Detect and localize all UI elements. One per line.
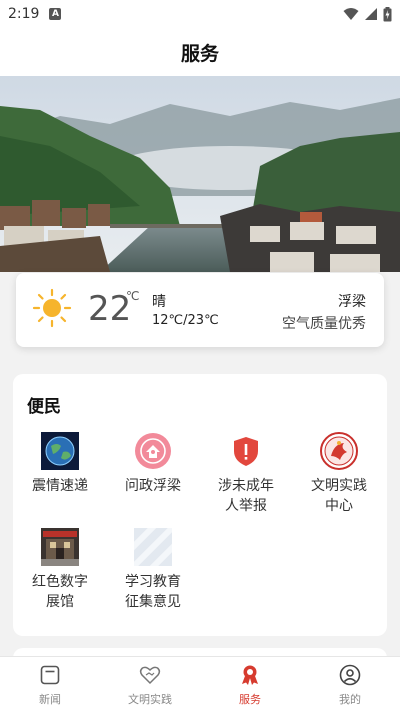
air-quality: 空气质量优秀	[282, 316, 366, 332]
tab-label: 服务	[239, 693, 261, 706]
tile-label: 问政浮梁	[125, 478, 181, 494]
tab-service[interactable]: 服务	[200, 657, 300, 711]
page-title: 服务	[180, 42, 219, 65]
tile-study-feedback[interactable]: 学习教育 征集意见	[113, 528, 193, 612]
hero-landscape	[0, 76, 400, 272]
tile-label: 文明实践 中心	[311, 478, 367, 514]
tile-earthquake-news[interactable]: 震情速递	[20, 432, 100, 496]
weather-condition: 晴	[152, 294, 166, 310]
city-name: 浮梁	[338, 294, 366, 310]
red-shield-icon	[227, 432, 265, 470]
heart-icon	[139, 666, 161, 685]
status-icons	[343, 6, 392, 22]
pink-badge-icon	[134, 432, 172, 470]
tile-label: 红色数字 展馆	[32, 574, 88, 610]
tile-minor-report[interactable]: 涉未成年 人举报	[206, 432, 286, 516]
museum-building-icon	[41, 528, 79, 566]
weather-card[interactable]: 22 ℃ 晴 12℃/23℃ 浮梁 空气质量优秀	[16, 273, 384, 347]
earth-globe-icon	[41, 432, 79, 470]
service-medal-icon	[242, 665, 258, 685]
section-title: 便民	[27, 397, 61, 417]
tile-ask-government[interactable]: 问政浮梁	[113, 432, 193, 496]
wifi-icon	[343, 8, 359, 20]
tab-label: 我的	[339, 693, 361, 706]
status-bar: 2:19 A	[0, 0, 400, 28]
signal-icon	[365, 8, 377, 20]
status-time: 2:19	[8, 6, 40, 22]
notification-badge: A	[49, 8, 62, 20]
tab-label: 文明实践	[128, 693, 172, 706]
tile-label: 震情速递	[32, 478, 88, 494]
tile-civilization-center[interactable]: 文明实践 中心	[299, 432, 379, 516]
temperature-value: 22	[88, 289, 132, 329]
tab-news[interactable]: 新闻	[0, 657, 100, 711]
placeholder-image-icon	[134, 528, 172, 566]
temperature-range: 12℃/23℃	[152, 313, 219, 328]
tile-label: 涉未成年 人举报	[218, 478, 274, 514]
bottom-tab-bar: 新闻 文明实践 服务 我的	[0, 656, 400, 711]
header: 服务	[0, 28, 400, 76]
news-icon	[40, 665, 60, 685]
sun-icon	[32, 288, 72, 328]
battery-charging-icon	[383, 6, 392, 21]
tile-red-museum[interactable]: 红色数字 展馆	[20, 528, 100, 612]
hero-banner-image[interactable]	[0, 76, 400, 272]
temperature-unit: ℃	[126, 289, 140, 303]
tab-civilization-practice[interactable]: 文明实践	[100, 657, 200, 711]
service-section: 便民 震情速递 问政浮梁 涉未成年 人举报 文明实践 中心 红色数字 展馆 学习…	[13, 374, 387, 636]
tab-label: 新闻	[39, 693, 61, 706]
tab-mine[interactable]: 我的	[300, 657, 400, 711]
tile-label: 学习教育 征集意见	[125, 574, 181, 610]
civilization-emblem-icon	[320, 432, 358, 470]
profile-icon	[339, 664, 361, 686]
